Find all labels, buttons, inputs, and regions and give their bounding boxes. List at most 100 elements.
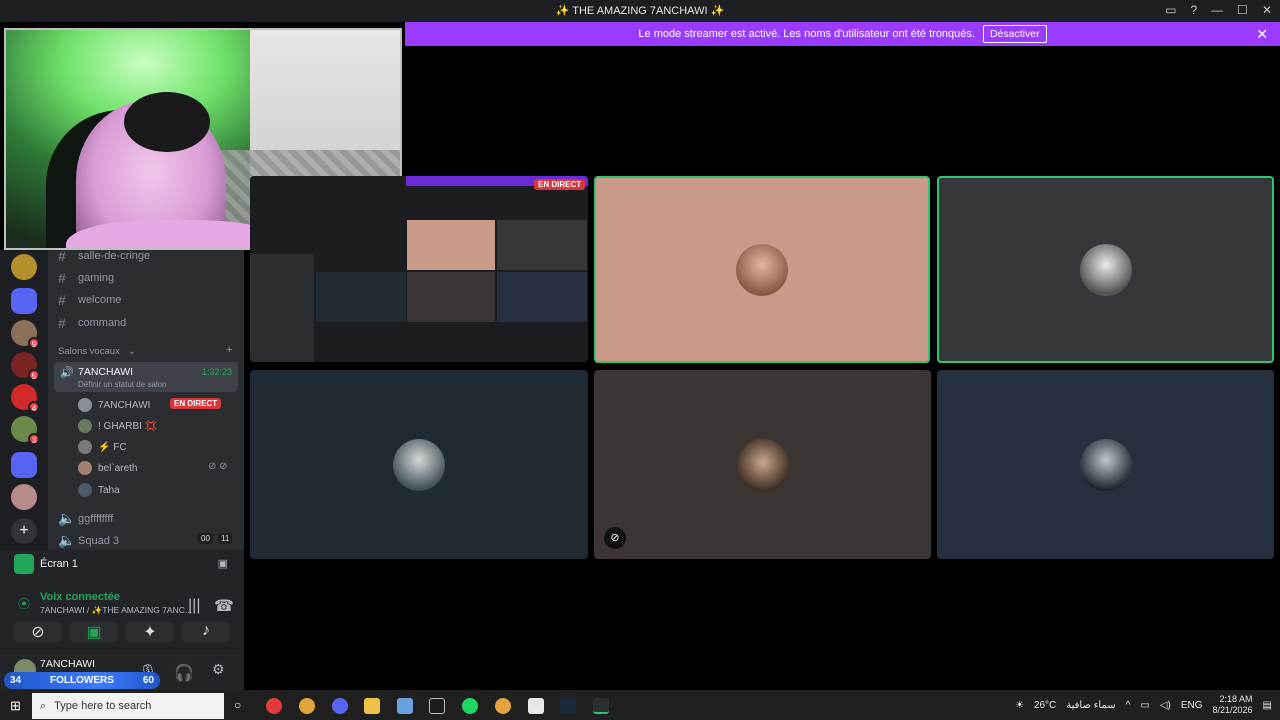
- store-icon[interactable]: [528, 698, 544, 714]
- video-tile-speaking[interactable]: [937, 176, 1274, 363]
- volume-icon[interactable]: ◁): [1160, 700, 1171, 711]
- streamer-mode-banner: Le mode streamer est activé. Les noms d'…: [405, 22, 1280, 46]
- live-badge: EN DIRECT: [534, 179, 586, 190]
- channel-item[interactable]: # salle-de-cringe: [58, 248, 150, 264]
- inbox-icon[interactable]: ▭: [1165, 3, 1176, 17]
- language-indicator[interactable]: ENG: [1181, 700, 1203, 711]
- followers-count-right: 60: [142, 675, 154, 686]
- notification-icon[interactable]: ▤: [1263, 700, 1272, 711]
- call-top-area: [405, 46, 1280, 174]
- close-banner-icon[interactable]: ✕: [1256, 26, 1268, 43]
- add-server-icon[interactable]: +: [11, 518, 37, 544]
- server-icon[interactable]: 4: [11, 384, 40, 413]
- window-title: ✨ THE AMAZING 7ANCHAWI ✨: [555, 5, 725, 17]
- screen-share-button[interactable]: ▣: [70, 622, 118, 642]
- server-icon[interactable]: [11, 484, 37, 510]
- muted-icon: ⊘ ⊘: [208, 461, 228, 472]
- app-icon[interactable]: [429, 698, 445, 714]
- channel-item[interactable]: # command: [58, 315, 126, 331]
- headphones-icon[interactable]: 🎧: [174, 663, 194, 683]
- user-count-badge: 00: [198, 533, 213, 544]
- disable-streamer-button[interactable]: Désactiver: [982, 25, 1047, 43]
- server-icon[interactable]: [11, 254, 37, 280]
- avatar: [1079, 243, 1132, 296]
- weather-text[interactable]: سماء صافية: [1066, 700, 1115, 711]
- folder-icon[interactable]: [364, 698, 380, 714]
- voice-channel-name: 7ANCHAWI: [78, 366, 134, 378]
- noise-suppression-icon[interactable]: |||: [188, 597, 200, 615]
- voice-connection-panel: ⦿ Voix connectée 7ANCHAWI / ✨THE AMAZING…: [0, 578, 244, 648]
- close-icon[interactable]: ✕: [1262, 3, 1272, 17]
- user-limit-badge: 11: [218, 533, 233, 544]
- screen-share-panel: Écran 1 ▣: [0, 550, 244, 578]
- server-folder-icon[interactable]: [11, 452, 37, 478]
- keyboard-icon[interactable]: [397, 698, 413, 714]
- weather-icon[interactable]: ☀: [1015, 700, 1024, 711]
- voice-user[interactable]: ⚡ FC: [78, 440, 127, 454]
- video-tile[interactable]: ⊘: [594, 370, 931, 559]
- followers-label: FOLLOWERS: [50, 675, 114, 686]
- chevron-up-icon[interactable]: ^: [1126, 700, 1131, 711]
- chrome-icon[interactable]: [495, 698, 511, 714]
- channel-item[interactable]: # gaming: [58, 270, 114, 286]
- window-titlebar: ✨ THE AMAZING 7ANCHAWI ✨ ▭ ? — ☐ ✕: [0, 0, 1280, 22]
- screen-label: Écran 1: [40, 558, 78, 570]
- add-channel-icon[interactable]: +: [226, 344, 232, 356]
- spotify-icon[interactable]: [462, 698, 478, 714]
- avatar: [78, 483, 92, 497]
- voice-user[interactable]: 7ANCHAWI: [78, 398, 150, 412]
- obs-icon[interactable]: [593, 698, 609, 714]
- discord-icon[interactable]: [332, 698, 348, 714]
- server-icon[interactable]: 5: [11, 352, 40, 381]
- voice-status[interactable]: Voix connectée: [40, 591, 120, 603]
- network-icon[interactable]: ▭: [1140, 700, 1149, 711]
- avatar: [736, 438, 789, 491]
- avatar: [78, 398, 92, 412]
- voice-user[interactable]: Taha: [78, 483, 120, 497]
- voice-timer: 1:32:23: [201, 367, 232, 377]
- voice-user[interactable]: bel`areth: [78, 461, 137, 475]
- help-icon[interactable]: ?: [1190, 3, 1197, 17]
- gear-icon[interactable]: ⚙: [212, 661, 225, 678]
- server-icon[interactable]: 9: [11, 320, 40, 349]
- set-status-link[interactable]: Définir un statut de salon: [78, 380, 167, 389]
- disconnect-icon[interactable]: ☎: [214, 596, 234, 616]
- activities-button[interactable]: ✦: [126, 622, 174, 642]
- username[interactable]: 7ANCHAWI: [40, 658, 95, 670]
- soundboard-button[interactable]: ♪: [182, 622, 230, 642]
- voice-user[interactable]: ! GHARBI 💢: [78, 419, 157, 433]
- stop-stream-icon[interactable]: ▣: [218, 557, 228, 570]
- voice-channel-item[interactable]: 🔈 Squad 3: [58, 532, 119, 549]
- windows-start-icon[interactable]: ⊞: [10, 698, 21, 714]
- live-badge: EN DIRECT: [170, 398, 222, 409]
- minimize-icon[interactable]: —: [1211, 3, 1223, 17]
- steam-icon[interactable]: [560, 698, 576, 714]
- voice-channel-item[interactable]: 🔈 ggffffffff: [58, 510, 113, 527]
- signal-icon[interactable]: ⦿: [18, 595, 30, 612]
- weather-temp[interactable]: 26°C: [1034, 700, 1056, 711]
- screen-share-tile[interactable]: EN DIRECT: [250, 176, 588, 362]
- camera-off-button[interactable]: ⊘: [14, 622, 62, 642]
- video-tile[interactable]: [937, 370, 1274, 559]
- avatar: [78, 419, 92, 433]
- clock[interactable]: 2:18 AM 8/21/2026: [1213, 694, 1253, 716]
- chrome-icon[interactable]: [299, 698, 315, 714]
- video-tile[interactable]: [250, 370, 588, 559]
- app-icon[interactable]: [266, 698, 282, 714]
- avatar: [78, 461, 92, 475]
- maximize-icon[interactable]: ☐: [1237, 3, 1248, 17]
- video-tile-speaking[interactable]: [594, 176, 930, 363]
- hash-icon: #: [58, 315, 66, 331]
- voice-category-header[interactable]: Salons vocaux ⌄: [58, 346, 136, 357]
- voice-location[interactable]: 7ANCHAWI / ✨THE AMAZING 7ANC...: [40, 605, 192, 616]
- server-icon[interactable]: 3: [11, 416, 40, 445]
- channel-item[interactable]: # welcome: [58, 292, 121, 308]
- task-view-icon[interactable]: ○: [234, 698, 241, 712]
- chevron-down-icon: ⌄: [127, 346, 136, 357]
- active-voice-channel[interactable]: 🔊 7ANCHAWI 1:32:23 Définir un statut de …: [54, 362, 238, 392]
- taskbar-search[interactable]: ⌕ Type here to search: [32, 693, 224, 719]
- avatar: [736, 243, 788, 296]
- avatar: [78, 440, 92, 454]
- server-folder-icon[interactable]: [11, 288, 37, 314]
- system-tray: ☀ 26°C سماء صافية ^ ▭ ◁) ENG 2:18 AM 8/2…: [1015, 690, 1272, 720]
